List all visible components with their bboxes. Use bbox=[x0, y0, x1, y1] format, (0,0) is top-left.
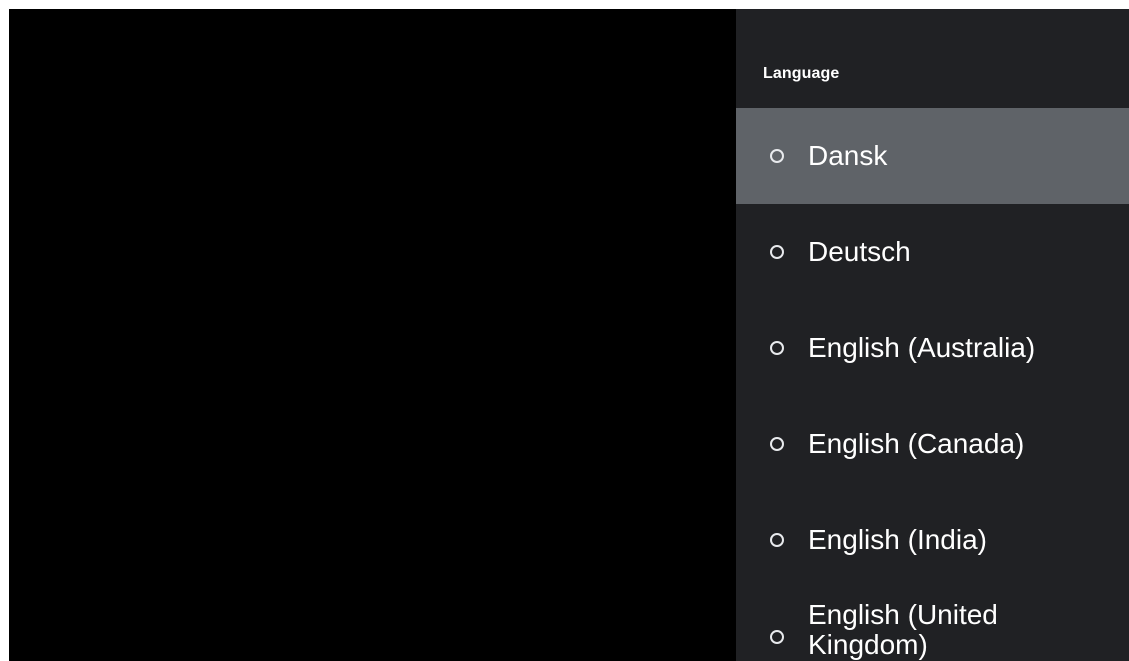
language-item-label: English (India) bbox=[808, 524, 987, 555]
language-list: Dansk Deutsch English (Australia) Englis… bbox=[736, 108, 1129, 661]
radio-unchecked-icon bbox=[770, 245, 784, 259]
language-settings-panel: Language Dansk Deutsch English (Australi… bbox=[736, 9, 1129, 661]
panel-title: Language bbox=[763, 65, 840, 82]
language-item-label: English (Canada) bbox=[808, 428, 1025, 459]
language-item-label: Dansk bbox=[808, 140, 888, 171]
language-item-label: Deutsch bbox=[808, 236, 911, 267]
language-item-english-canada[interactable]: English (Canada) bbox=[736, 396, 1129, 492]
language-item-english-australia[interactable]: English (Australia) bbox=[736, 300, 1129, 396]
radio-unchecked-icon bbox=[770, 341, 784, 355]
language-item-label: English (United Kingdom) bbox=[808, 599, 998, 660]
language-item-label: English (Australia) bbox=[808, 332, 1036, 363]
language-item-english-india[interactable]: English (India) bbox=[736, 492, 1129, 588]
language-item-deutsch[interactable]: Deutsch bbox=[736, 204, 1129, 300]
tv-screen: Language Dansk Deutsch English (Australi… bbox=[9, 9, 1129, 661]
radio-unchecked-icon bbox=[770, 437, 784, 451]
radio-unchecked-icon bbox=[770, 149, 784, 163]
radio-unchecked-icon bbox=[770, 630, 784, 644]
language-item-english-united-kingdom[interactable]: English (United Kingdom) bbox=[736, 588, 1129, 661]
language-item-dansk[interactable]: Dansk bbox=[736, 108, 1129, 204]
radio-unchecked-icon bbox=[770, 533, 784, 547]
